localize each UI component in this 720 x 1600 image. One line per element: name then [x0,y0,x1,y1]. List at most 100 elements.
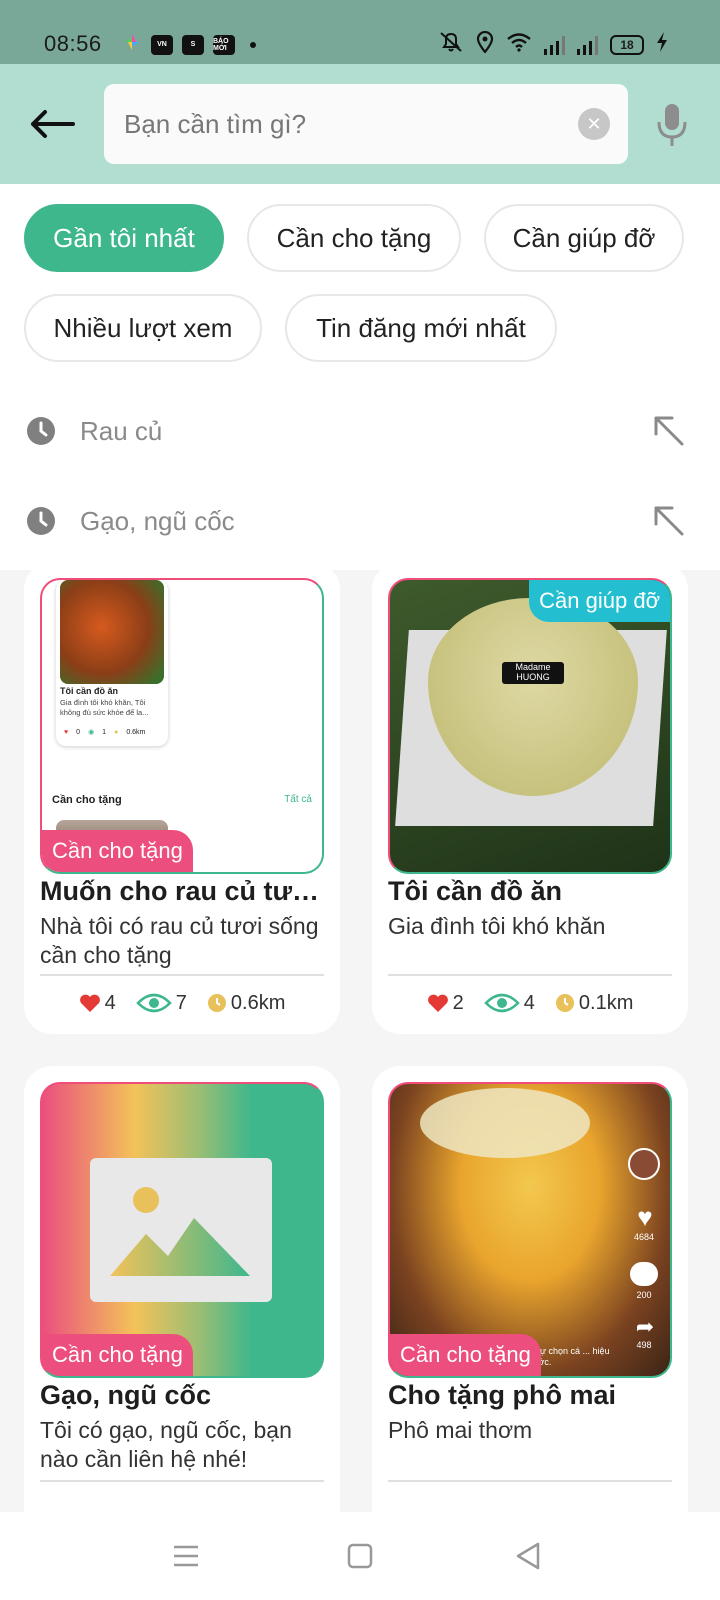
likes-stat: 2 [427,992,464,1015]
shopee-app-icon: S [182,34,204,55]
status-bar: 08:56 VN S BÁO MỚI 18 [0,0,720,64]
post-title: Gạo, ngũ cốc [40,1380,212,1410]
preview-section-title: Cần cho tặng [52,794,122,806]
signal-1-icon [544,35,565,55]
placeholder-image-icon [90,1158,272,1302]
clock-icon: ● [114,728,119,736]
square-icon [347,1543,373,1569]
post-description: Phô mai thơm [388,1417,533,1443]
post-description: Tôi có gạo, ngũ cốc, bạn nào cần liên hệ… [40,1417,292,1472]
system-icons: 18 [438,30,668,58]
post-thumbnail: Cần cho tặng [40,1082,324,1378]
card-divider [40,974,324,976]
recent-apps-button[interactable] [166,1538,206,1574]
heart-icon [427,994,448,1012]
heart-icon: ♥ [64,728,69,736]
post-title: Tôi cần đồ ăn [388,876,563,906]
filter-chip-need-help[interactable]: Cần giúp đỡ [484,204,684,272]
views-stat: 7 [135,991,187,1015]
heart-icon [79,994,100,1012]
preview-views: 1 [102,728,107,736]
preview-title: Tôi cần đồ ăn [60,686,119,696]
preview-distance: 0.6km [126,728,146,736]
distance-stat: 0.1km [555,992,633,1015]
post-title: Cho tặng phô mai [388,1380,616,1410]
preview-desc: Gia đình tôi khó khăn, Tôi không đủ sức … [60,698,149,717]
post-thumbnail: Tôi cần đồ ăn Gia đình tôi khó khăn, Tôi… [40,578,324,874]
filter-chip-give-away[interactable]: Cần cho tặng [247,204,461,272]
search-header: ✕ [0,64,720,184]
preview-likes: 0 [76,728,81,736]
card-divider [388,1480,672,1482]
back-button[interactable] [28,102,76,146]
post-title: Muốn cho rau củ tươi sống [40,876,324,906]
post-card[interactable]: Cần cho tặng Gạo, ngũ cốc Tôi có gạo, ng… [24,1066,340,1512]
close-icon: ✕ [586,113,602,134]
pinwheel-app-icon [122,32,142,57]
filter-chip-most-viewed[interactable]: Nhiều lượt xem [24,294,262,362]
card-divider [40,1480,324,1482]
likes-count: 2 [452,991,464,1014]
cake-label-line: HUONG [516,672,550,682]
likes-count: 4 [104,991,116,1014]
triangle-back-icon [516,1542,540,1570]
cake-label: Madame HUONG [502,662,564,684]
filter-chip-nearest[interactable]: Gần tôi nhất [24,204,224,272]
post-card[interactable]: Madame HUONG Cần giúp đỡ Tôi cần đồ ăn G… [372,570,688,1034]
fill-search-arrow-icon[interactable] [650,502,686,538]
vn-app-icon: VN [151,34,173,55]
preview-see-all: Tất cả [284,794,312,805]
post-stats: 4 7 0.6km [24,986,340,1020]
eye-icon [483,993,520,1013]
share-icon: ➦ [635,1314,655,1339]
recent-search-item[interactable]: Gạo, ngũ cốc [0,482,720,562]
video-shares: 498 [636,1340,652,1350]
recent-search-item[interactable]: Rau củ [0,392,720,472]
post-description: Gia đình tôi khó khăn [388,913,606,939]
likes-stat: 4 [79,992,116,1015]
eye-icon [135,993,172,1013]
distance-stat: 0.6km [207,992,285,1015]
clock-icon [207,994,226,1012]
cake-label-line: Madame [515,662,551,672]
home-button[interactable] [340,1538,380,1574]
filter-chip-newest[interactable]: Tin đăng mới nhất [285,294,557,362]
notification-icons: VN S BÁO MỚI [122,32,256,57]
preview-card: Tôi cần đồ ăn Gia đình tôi khó khăn, Tôi… [56,580,168,746]
clock-icon [27,507,55,535]
card-divider [388,974,672,976]
comment-icon [630,1262,658,1286]
post-card[interactable]: ♥ 4684 200 ➦ 498 e tự chọn cá ... hiệu t… [372,1066,688,1512]
post-description: Nhà tôi có rau củ tươi sống cần cho tặng [40,913,319,968]
system-nav-bar [0,1512,720,1600]
microphone-icon [657,104,687,146]
location-icon [476,30,494,58]
status-time: 08:56 [44,31,102,56]
post-card[interactable]: Tôi cần đồ ăn Gia đình tôi khó khăn, Tôi… [24,570,340,1034]
give-away-tag: Cần cho tặng [42,830,193,872]
give-away-tag: Cần cho tặng [390,1334,541,1376]
chicken-wings-photo [60,580,164,684]
search-box: ✕ [104,84,628,164]
recent-search-label: Rau củ [80,416,163,446]
distance-value: 0.1km [578,991,634,1014]
views-stat: 4 [483,991,535,1015]
clear-search-button[interactable]: ✕ [578,108,610,140]
voice-search-button[interactable] [652,100,692,150]
post-grid: Tôi cần đồ ăn Gia đình tôi khó khăn, Tôi… [0,570,720,1512]
search-input[interactable] [124,84,554,164]
back-nav-button[interactable] [508,1538,548,1574]
give-away-tag: Cần cho tặng [42,1334,193,1376]
fill-search-arrow-icon[interactable] [650,412,686,448]
avatar [628,1148,660,1180]
battery-icon: 18 [610,34,644,55]
clock-icon [27,417,55,445]
views-count: 4 [523,991,535,1014]
preview-stats: ♥ 0 ◉ 1 ● 0.6km [64,728,146,737]
views-count: 7 [175,991,187,1014]
mute-bell-icon [438,31,464,58]
melted-cheese [420,1088,590,1158]
heart-icon: ♥ [637,1202,653,1232]
need-help-tag: Cần giúp đỡ [529,580,670,622]
clock-icon [555,994,574,1012]
